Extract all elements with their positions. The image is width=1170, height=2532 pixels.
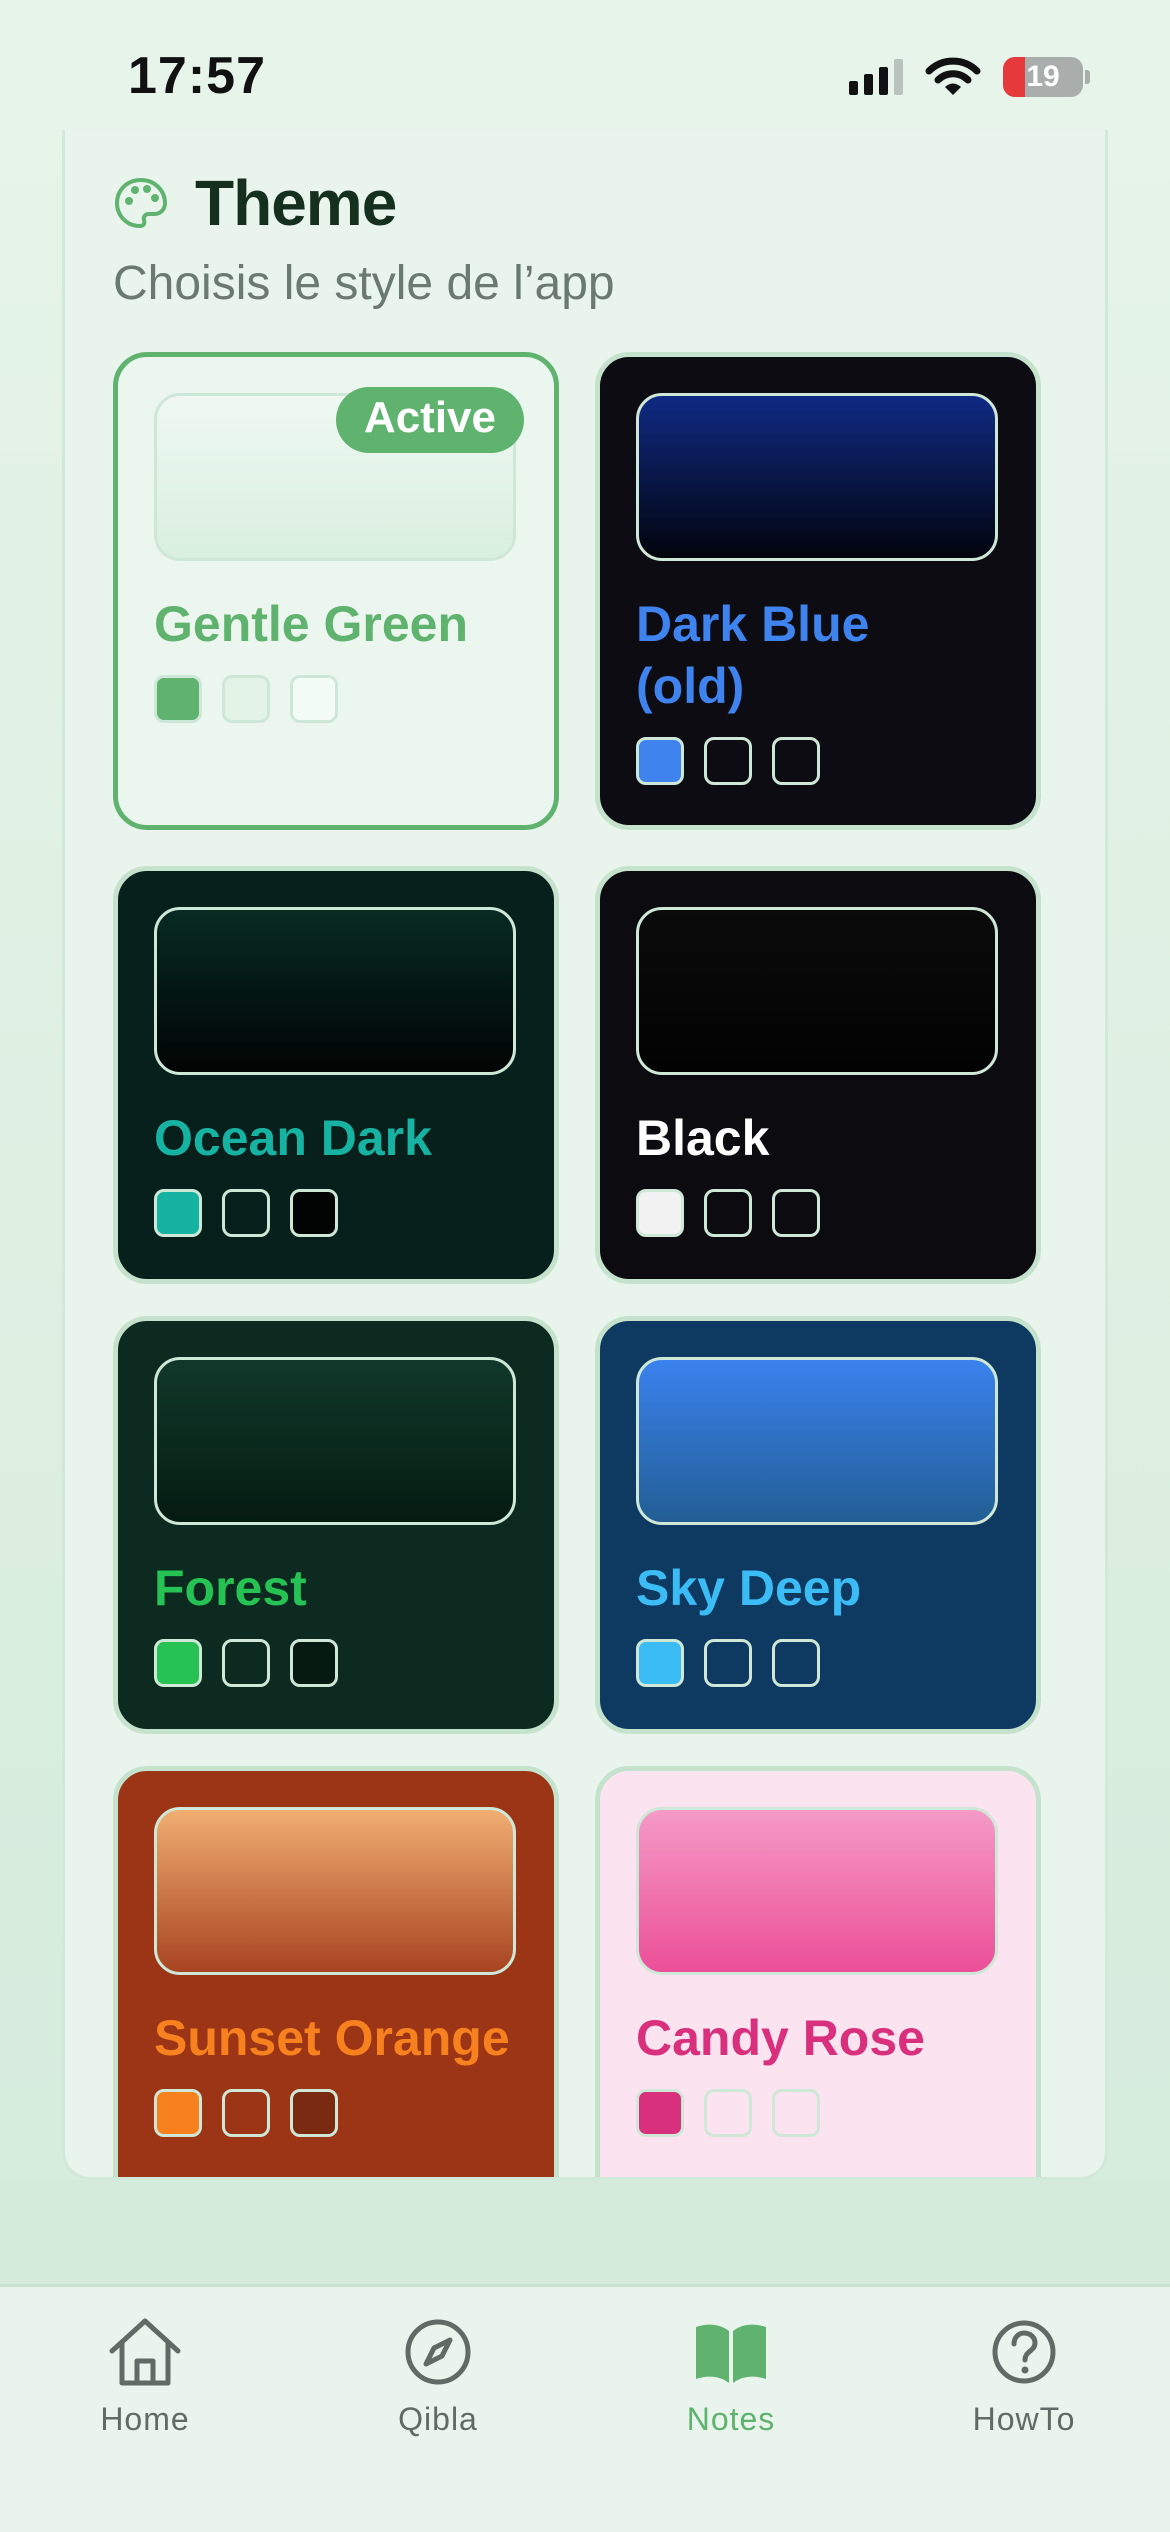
- color-swatches: [636, 2089, 820, 2137]
- color-swatch: [704, 737, 752, 785]
- compass-icon: [405, 2319, 471, 2385]
- status-time: 17:57: [128, 47, 266, 105]
- color-swatch: [636, 737, 684, 785]
- theme-preview: [154, 1357, 516, 1525]
- status-bar: 17:57 19: [0, 0, 1170, 140]
- theme-name: Sunset Orange: [154, 2010, 510, 2066]
- color-swatch: [772, 2089, 820, 2137]
- color-swatch: [222, 1189, 270, 1237]
- color-swatches: [154, 1639, 338, 1687]
- tab-howto[interactable]: HowTo: [904, 2311, 1144, 2438]
- theme-name: Sky Deep: [636, 1560, 862, 1616]
- wifi-icon: [925, 57, 981, 95]
- color-swatch: [154, 1639, 202, 1687]
- theme-preview: [636, 1807, 998, 1975]
- color-swatch: [704, 2089, 752, 2137]
- color-swatch: [290, 1189, 338, 1237]
- theme-preview: [154, 907, 516, 1075]
- theme-name: Forest: [154, 1560, 307, 1616]
- theme-option-black[interactable]: Black: [595, 866, 1041, 1284]
- tab-qibla-label: Qibla: [398, 2401, 478, 2437]
- tab-notes[interactable]: Notes: [611, 2311, 851, 2438]
- theme-name: Dark Blue (old): [636, 596, 870, 714]
- color-swatch: [290, 2089, 338, 2137]
- theme-option-dark-blue-old[interactable]: Dark Blue (old): [595, 352, 1041, 830]
- theme-preview: [154, 1807, 516, 1975]
- palette-icon: [114, 177, 168, 229]
- theme-name: Ocean Dark: [154, 1110, 432, 1166]
- home-icon: [109, 2318, 181, 2386]
- color-swatch: [772, 1639, 820, 1687]
- card-title: Theme: [195, 167, 397, 239]
- theme-option-gentle-green[interactable]: Active Gentle Green: [113, 352, 559, 830]
- color-swatch: [222, 2089, 270, 2137]
- battery-icon: 19: [1003, 57, 1083, 97]
- theme-option-sky-deep[interactable]: Sky Deep: [595, 1316, 1041, 1734]
- color-swatch: [704, 1189, 752, 1237]
- color-swatch: [154, 675, 202, 723]
- color-swatch: [636, 2089, 684, 2137]
- color-swatches: [154, 1189, 338, 1237]
- theme-settings-card: Theme Choisis le style de l’app Active Ge…: [62, 130, 1108, 2180]
- tab-howto-label: HowTo: [972, 2401, 1076, 2437]
- theme-preview: [636, 907, 998, 1075]
- theme-name: Black: [636, 1110, 770, 1166]
- tab-notes-label: Notes: [686, 2401, 776, 2437]
- theme-option-candy-rose[interactable]: Candy Rose: [595, 1766, 1041, 2177]
- card-subtitle: Choisis le style de l’app: [113, 257, 615, 310]
- color-swatch: [772, 1189, 820, 1237]
- bottom-spacer: [0, 2180, 1170, 2285]
- color-swatch: [222, 675, 270, 723]
- theme-name: Candy Rose: [636, 2010, 925, 2066]
- battery-level: 19: [1026, 60, 1060, 93]
- help-circle-icon: [992, 2320, 1056, 2384]
- theme-option-forest[interactable]: Forest: [113, 1316, 559, 1734]
- theme-preview: [636, 393, 998, 561]
- color-swatch: [290, 1639, 338, 1687]
- book-icon: [696, 2324, 766, 2383]
- color-swatch: [636, 1639, 684, 1687]
- color-swatches: [154, 2089, 338, 2137]
- color-swatch: [290, 675, 338, 723]
- bottom-tab-bar: Home Qibla Notes HowTo: [0, 2284, 1170, 2532]
- cellular-signal-icon: [849, 59, 903, 95]
- color-swatches: [636, 737, 820, 785]
- color-swatch: [154, 2089, 202, 2137]
- color-swatches: [636, 1639, 820, 1687]
- color-swatch: [154, 1189, 202, 1237]
- color-swatches: [154, 675, 338, 723]
- color-swatch: [704, 1639, 752, 1687]
- active-badge: Active: [335, 387, 524, 453]
- color-swatch: [222, 1639, 270, 1687]
- tab-qibla[interactable]: Qibla: [318, 2311, 558, 2438]
- theme-option-ocean-dark[interactable]: Ocean Dark: [113, 866, 559, 1284]
- card-header: Theme: [113, 166, 397, 240]
- tab-home[interactable]: Home: [25, 2311, 265, 2438]
- theme-name: Gentle Green: [154, 596, 468, 652]
- color-swatches: [636, 1189, 820, 1237]
- theme-option-sunset-orange[interactable]: Sunset Orange: [113, 1766, 559, 2177]
- color-swatch: [636, 1189, 684, 1237]
- color-swatch: [772, 737, 820, 785]
- theme-preview: [636, 1357, 998, 1525]
- status-icons: 19: [849, 54, 1090, 100]
- tab-home-label: Home: [100, 2401, 190, 2437]
